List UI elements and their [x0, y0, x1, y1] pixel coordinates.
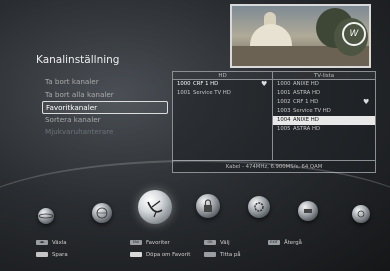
channel-number: 1001: [277, 90, 291, 96]
legend-switch: ◄► Växla: [36, 239, 67, 247]
lock-icon[interactable]: [196, 194, 220, 218]
grey-key-icon: [204, 252, 216, 257]
favorite-row[interactable]: 1000 CRF 1 HD: [173, 80, 272, 89]
satellite-dish-icon[interactable]: [138, 190, 172, 224]
legend-label: Spara: [52, 252, 68, 258]
page-title: Kanalinställning: [36, 54, 120, 66]
media-icon[interactable]: [352, 205, 370, 223]
legend-label: Döpa om Favorit: [146, 252, 191, 258]
channel-name: ASTRA HD: [293, 90, 321, 96]
channel-number: 1001: [177, 90, 191, 96]
legend-select: OK Välj: [204, 239, 230, 247]
channel-name: CRF 1 HD: [193, 81, 219, 87]
preview-dome: [250, 24, 292, 48]
exit-key-icon: EXIT: [268, 240, 280, 245]
fav-key-icon: FAV: [130, 240, 142, 245]
legend-label: Växla: [52, 240, 67, 246]
menu-item-delete-channels[interactable]: Ta bort kanaler: [42, 76, 168, 89]
menu-item-sort-channels[interactable]: Sortera kanaler: [42, 114, 168, 127]
legend-label: Återgå: [284, 240, 302, 246]
usb-icon[interactable]: [298, 201, 318, 221]
menu-item-software-manager[interactable]: Mjukvaruhanterare: [42, 126, 168, 139]
tv-list-row[interactable]: 1003 Service TV HD: [273, 107, 375, 116]
screen: W Kanalinställning Ta bort kanaler Ta bo…: [0, 0, 390, 271]
legend-label: Välj: [220, 240, 230, 246]
channel-name: CRF 1 HD: [293, 99, 319, 105]
channel-name: Service TV HD: [293, 108, 331, 114]
tv-list-row[interactable]: 1002 CRF 1 HD: [273, 98, 375, 107]
channel-number: 1004: [277, 117, 291, 123]
ok-key-icon: OK: [204, 240, 216, 245]
channel-number: 1000: [277, 81, 291, 87]
channel-panel: HD 1000 CRF 1 HD 1001 Service TV HD ♥ TV-l…: [172, 71, 376, 173]
heart-icon: ♥: [261, 80, 268, 88]
legend-rename-favorite: Döpa om Favorit: [130, 251, 190, 259]
channel-name: ANIXE HD: [293, 81, 319, 87]
globe-icon[interactable]: [92, 203, 112, 223]
legend-save: Spara: [36, 251, 68, 259]
channel-name: Service TV HD: [193, 90, 231, 96]
favorite-list: HD 1000 CRF 1 HD 1001 Service TV HD ♥: [173, 72, 273, 160]
channel-name: ANIXE HD: [293, 117, 319, 123]
legend-favorites: FAV Favoriter: [130, 239, 170, 247]
arrow-keys-icon: ◄►: [36, 240, 48, 245]
tv-list-header: TV-lista: [273, 72, 375, 80]
channel-number: 1005: [277, 126, 291, 132]
channel-logo: W: [342, 22, 366, 46]
tv-list: TV-lista 1000 ANIXE HD 1001 ASTRA HD 1002 C…: [273, 72, 375, 160]
yellow-key-icon: [130, 252, 142, 257]
heart-icon: ♥: [363, 98, 370, 106]
tv-list-row[interactable]: 1005 ASTRA HD: [273, 125, 375, 134]
channel-number: 1003: [277, 108, 291, 114]
menu-item-favorite-channels[interactable]: Favoritkanaler: [42, 101, 168, 114]
red-key-icon: [36, 252, 48, 257]
channel-number: 1002: [277, 99, 291, 105]
tv-list-row-selected[interactable]: 1004 ANIXE HD: [273, 116, 375, 125]
tv-preview: W: [230, 4, 371, 68]
gear-icon[interactable]: [248, 196, 270, 218]
favorite-row[interactable]: 1001 Service TV HD: [173, 89, 272, 98]
planet-icon[interactable]: [38, 208, 54, 224]
menu-item-delete-all-channels[interactable]: Ta bort alla kanaler: [42, 89, 168, 102]
tv-list-row[interactable]: 1000 ANIXE HD: [273, 80, 375, 89]
legend-label: Favoriter: [146, 240, 170, 246]
tv-list-row[interactable]: 1001 ASTRA HD: [273, 89, 375, 98]
channel-name: ASTRA HD: [293, 126, 321, 132]
button-legend: ◄► Växla FAV Favoriter OK Välj EXIT Återgå S…: [0, 234, 390, 271]
favorite-list-header: HD: [173, 72, 272, 80]
legend-watch: Titta på: [204, 251, 241, 259]
channel-number: 1000: [177, 81, 191, 87]
legend-back: EXIT Återgå: [268, 239, 302, 247]
menu-list: Ta bort kanaler Ta bort alla kanaler Fav…: [42, 76, 168, 139]
legend-label: Titta på: [220, 252, 241, 258]
